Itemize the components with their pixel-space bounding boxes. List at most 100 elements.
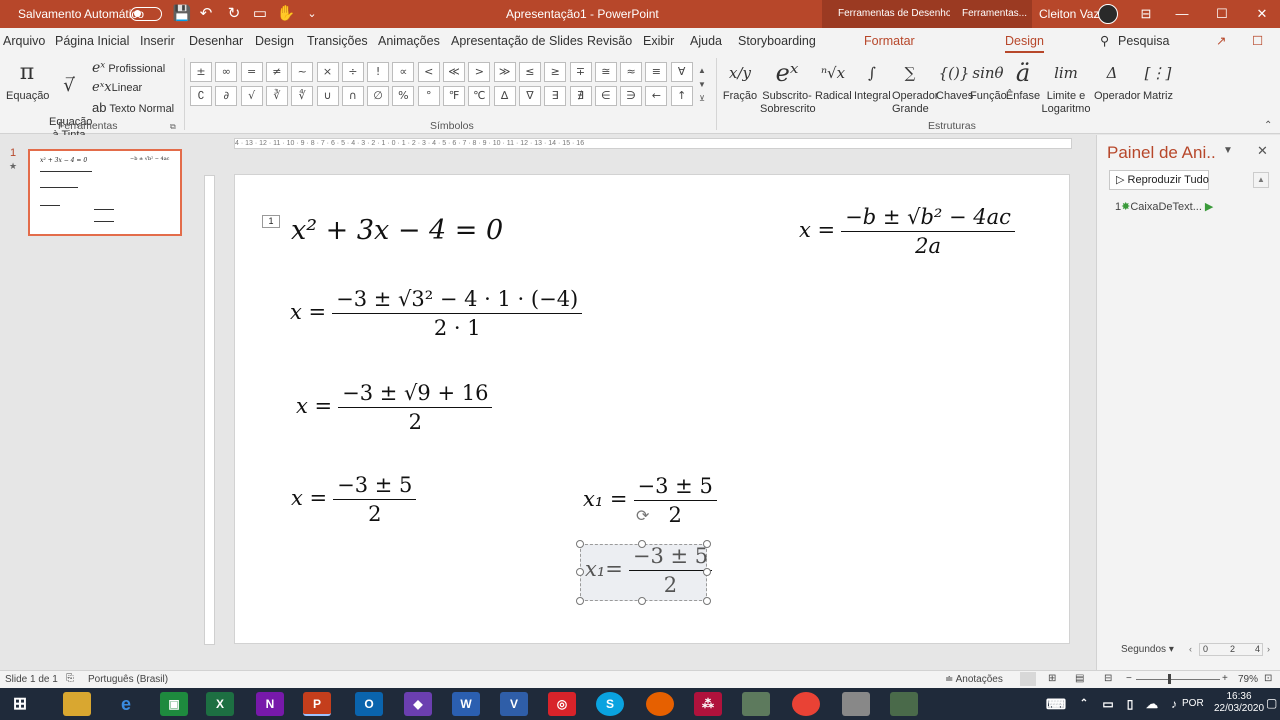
tab-pagina-inicial[interactable]: Página Inicial [55,28,129,54]
tab-exibir[interactable]: Exibir [643,28,674,54]
symbol-button[interactable]: × [316,62,339,82]
symbol-button[interactable]: ÷ [341,62,364,82]
rotate-handle-icon[interactable]: ⟳ [636,509,650,525]
visual-studio-icon[interactable]: ◆ [404,692,432,716]
present-from-start-icon[interactable]: ▭ [250,4,270,24]
resize-handle[interactable] [638,540,646,548]
symbol-button[interactable]: ≫ [493,62,516,82]
notifications-icon[interactable]: ▢ [1266,696,1277,710]
timeline-right-icon[interactable]: › [1267,644,1270,654]
structure-button-4[interactable]: ∑ Operador Grande [892,58,938,116]
tab-ajuda[interactable]: Ajuda [690,28,722,54]
symbol-button[interactable]: ← [645,86,668,106]
undo-icon[interactable]: ↶ [196,4,216,24]
symbol-button[interactable]: ∀ [670,62,693,82]
excel-icon[interactable]: X [206,692,234,716]
close-button[interactable]: ✕ [1244,0,1280,28]
symbol-button[interactable]: ∓ [569,62,592,82]
media-app-icon[interactable]: ◎ [548,692,576,716]
gallery-scroll[interactable]: ▲ ▼ ⊻ [696,64,708,112]
symbol-button[interactable]: = [240,62,263,82]
tab-design-main[interactable]: Design [255,28,294,54]
user-name[interactable]: Cleiton Vaz [1039,0,1099,28]
symbol-button[interactable]: ± [190,62,212,82]
notes-button[interactable]: ≐ Anotações [945,674,1003,685]
structure-button-6[interactable]: sinθ Função [970,58,1007,103]
symbol-button[interactable]: ≅ [594,62,617,82]
structure-button-2[interactable]: ⁿ√x Radical [815,58,852,103]
bhaskara-formula[interactable]: x = −b ± √b² − 4ac 2a [799,205,1015,258]
collapse-ribbon-icon[interactable]: ⌃ [1264,120,1272,131]
symbol-button[interactable]: ≤ [518,62,541,82]
phone-app-icon[interactable] [842,692,870,716]
resize-handle[interactable] [703,540,711,548]
tab-apresentacao[interactable]: Apresentação de Slides [451,28,583,54]
symbol-button[interactable]: ° [417,86,440,106]
quadratic-equation[interactable]: x² + 3x − 4 = 0 [291,215,503,246]
input-language[interactable]: POR [1182,698,1204,709]
symbol-button[interactable]: ∇ [518,86,541,106]
equation-button[interactable]: π Equação [6,58,49,102]
professional-button[interactable]: eˣ Profissional [92,60,165,76]
firefox-icon[interactable] [646,692,674,716]
symbol-button[interactable]: ∃ [544,86,567,106]
visio-icon[interactable]: V [500,692,528,716]
timeline-scale[interactable]: 0 2 4 [1199,643,1263,656]
symbol-button[interactable]: ≥ [544,62,567,82]
customize-qat-icon[interactable]: ⌄ [302,4,322,24]
tab-animacoes[interactable]: Animações [378,28,440,54]
pane-options-icon[interactable]: ▼ [1223,145,1233,156]
resize-handle[interactable] [703,568,711,576]
timeline-left-icon[interactable]: ‹ [1189,644,1192,654]
animation-item[interactable]: 1✸CaixaDeText... ▶ [1115,200,1213,213]
symbol-button[interactable]: √ [240,86,263,106]
tab-transicoes[interactable]: Transições [307,28,368,54]
animation-tag[interactable]: 1 [262,215,280,228]
structure-button-0[interactable]: x/y Fração [722,58,758,103]
reading-view-icon[interactable]: ▤ [1075,673,1084,684]
outlook-icon[interactable]: O [355,692,383,716]
symbol-button[interactable]: ∋ [620,86,643,106]
app-icon[interactable] [742,692,770,716]
equation-x1[interactable]: x₁ = −3 ± 52 [583,474,717,527]
search-label[interactable]: Pesquisa [1118,28,1169,54]
equation-step-3[interactable]: x = −3 ± 52 [291,473,417,526]
symbol-button[interactable]: % [392,86,415,106]
slide-thumbnail[interactable]: x² + 3x − 4 = 0 −b ± √b² − 4ac [28,149,182,236]
symbol-button[interactable]: ∛ [265,86,288,106]
structure-button-3[interactable]: ∫ Integral [854,58,891,103]
minimize-button[interactable]: — [1164,0,1200,28]
language-indicator[interactable]: Português (Brasil) [88,674,168,685]
equation-step-1[interactable]: x = −3 ± √3² − 4 · 1 · (−4) 2 · 1 [290,287,583,340]
tab-revisao[interactable]: Revisão [587,28,632,54]
normal-text-button[interactable]: ab Texto Normal [92,100,174,115]
search-icon[interactable]: ⚲ [1100,28,1109,54]
comment-icon[interactable]: ☐ [1252,28,1263,54]
symbol-button[interactable]: ∁ [190,86,212,106]
avatar[interactable] [1098,4,1118,24]
symbol-button[interactable]: ≈ [620,62,643,82]
symbol-button[interactable]: ∞ [215,62,238,82]
zoom-level[interactable]: 79% [1238,674,1258,685]
structure-button-8[interactable]: lim Limite e Logaritmo [1040,58,1092,116]
zoom-out-icon[interactable]: − [1126,673,1132,684]
file-explorer-icon[interactable] [63,692,91,716]
spellcheck-icon[interactable]: ⎘ [66,673,74,684]
resize-handle[interactable] [576,597,584,605]
ribbon-display-options-icon[interactable]: ⊟ [1128,0,1164,28]
keyboard-icon[interactable]: ⌨ [1042,692,1070,716]
slideshow-icon[interactable]: ⊟ [1104,673,1112,684]
symbol-button[interactable]: ∪ [316,86,339,106]
dialog-launcher-icon[interactable]: ⧉ [170,122,176,132]
symbol-button[interactable]: ∈ [594,86,617,106]
equation-step-2[interactable]: x = −3 ± √9 + 16 2 [296,381,493,434]
symbol-button[interactable]: ∩ [341,86,364,106]
zoom-slider-thumb[interactable] [1168,674,1171,684]
touch-mode-icon[interactable]: ✋ [276,4,296,24]
symbol-button[interactable]: ≠ [265,62,288,82]
word-icon[interactable]: W [452,692,480,716]
tab-arquivo[interactable]: Arquivo [3,28,45,54]
fit-slide-icon[interactable]: ⊡ [1264,673,1272,684]
normal-view-icon[interactable] [1020,672,1036,686]
resize-handle[interactable] [576,540,584,548]
